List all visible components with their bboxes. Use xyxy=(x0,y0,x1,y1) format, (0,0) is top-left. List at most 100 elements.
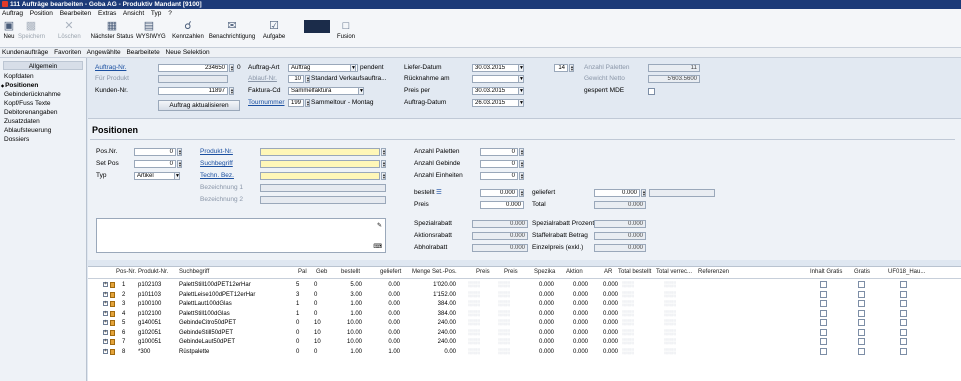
auftrag-datum-field[interactable]: 26.03.2015 xyxy=(472,99,524,107)
row-checkbox[interactable] xyxy=(900,319,907,326)
memo-keyboard-icon[interactable]: ⌨ xyxy=(373,243,382,250)
table-row[interactable]: +8 *300 Rüstpalette 0 0 1.00 1.00 0.00 0.000 0.00… xyxy=(88,347,961,356)
liefer-datum-calendar-icon[interactable]: ▼ xyxy=(518,64,524,72)
sidebar-item-ablaufsteuerung[interactable]: Ablaufsteuerung xyxy=(0,126,86,135)
auftrag-datum-calendar-icon[interactable]: ▼ xyxy=(518,99,524,107)
row-checkbox[interactable] xyxy=(900,281,907,288)
sidebar-item-zusatzdaten[interactable]: Zusatzdaten xyxy=(0,117,86,126)
anzahl-gebinde-spinner[interactable]: ▲ ▼ xyxy=(519,160,524,168)
preview-thumbnail[interactable] xyxy=(304,20,330,33)
row-expand-icon[interactable]: + xyxy=(103,329,108,335)
suchbegriff-label[interactable]: Suchbegriff xyxy=(200,160,233,168)
row-expand-icon[interactable]: + xyxy=(103,291,108,297)
row-checkbox[interactable] xyxy=(858,338,865,345)
col-header-preis-2[interactable]: Preis xyxy=(504,269,518,275)
set-pos-field[interactable]: 0 xyxy=(134,160,176,168)
menu-help[interactable]: ? xyxy=(168,10,172,17)
kunden-nr-field[interactable]: 11897 xyxy=(158,87,228,95)
pos-nr-spinner[interactable]: ▲ ▼ xyxy=(177,148,182,156)
auftrag-nr-label[interactable]: Auftrag-Nr. xyxy=(95,64,126,72)
produkt-nr-field[interactable] xyxy=(260,148,380,156)
row-checkbox[interactable] xyxy=(820,281,827,288)
auftrag-nr-field[interactable]: 234650 xyxy=(158,64,228,72)
set-pos-spinner[interactable]: ▲ ▼ xyxy=(177,160,182,168)
col-header-geb[interactable]: Geb xyxy=(316,269,327,275)
save-button[interactable]: ▩ Speichern xyxy=(18,20,45,41)
geliefert-spinner[interactable]: ▲ ▼ xyxy=(641,189,646,197)
anzahl-einheiten-field[interactable]: 0 xyxy=(480,172,518,180)
col-header-uf018[interactable]: UF018_Hau... xyxy=(888,269,925,275)
table-row[interactable]: +7 g100051 GebindeLaut50dPET 0 10 10.00 0.00 24… xyxy=(88,338,961,346)
menu-position[interactable]: Position xyxy=(30,10,53,17)
col-header-menge-set-pos[interactable]: Menge Set.-Pos. xyxy=(412,269,457,275)
row-expand-icon[interactable]: + xyxy=(103,320,108,325)
suchbegriff-field[interactable] xyxy=(260,160,380,168)
position-text-memo[interactable]: ✎ ⌨ xyxy=(96,218,386,253)
ruecknahme-calendar-icon[interactable]: ▼ xyxy=(518,75,524,83)
row-checkbox[interactable] xyxy=(858,328,865,336)
bestellt-info-icon[interactable]: ☰ xyxy=(436,189,442,197)
table-row[interactable]: +2 p101103 PalettLeise100dPET12erHar 3 0 3.00… xyxy=(88,290,961,299)
table-row[interactable]: +3 p100100 PalettLaut100dGlas 1 0 1.00 0.00 384… xyxy=(88,300,961,308)
kunden-nr-spinner[interactable]: ▲ ▼ xyxy=(229,87,234,95)
typ-select[interactable]: Artikel xyxy=(134,172,178,180)
produkt-nr-label[interactable]: Produkt-Nr. xyxy=(200,148,233,156)
tournummer-label[interactable]: Tournummer xyxy=(248,99,284,107)
geliefert-field[interactable]: 0.000 xyxy=(594,189,640,197)
tournummer-field[interactable]: 199 xyxy=(288,99,304,107)
row-checkbox[interactable] xyxy=(820,300,827,307)
memo-edit-icon[interactable]: ✎ xyxy=(377,222,382,229)
faktura-cd-select[interactable]: Sammelfaktura xyxy=(288,87,364,95)
menu-auftrag[interactable]: Auftrag xyxy=(2,10,23,17)
wysiwyg-button[interactable]: ▤ WYSIWYG xyxy=(136,20,166,41)
preis-field[interactable]: 0.000 xyxy=(480,201,524,209)
suchbegriff-spinner[interactable]: ▲ ▼ xyxy=(381,160,386,168)
typ-dropdown-icon[interactable]: ▼ xyxy=(174,172,180,180)
auftrag-nr-spinner[interactable]: ▲ ▼ xyxy=(229,64,234,72)
row-checkbox[interactable] xyxy=(858,281,865,288)
gesperrt-mde-checkbox[interactable] xyxy=(648,88,655,95)
sidebar-header[interactable]: Allgemein xyxy=(3,61,83,70)
sidebar-item-positionen[interactable]: Positionen xyxy=(0,81,86,90)
row-expand-icon[interactable]: + xyxy=(103,339,108,344)
benachrichtigung-button[interactable]: ✉ Benachrichtigung xyxy=(206,20,258,41)
bestellt-field[interactable]: 0.000 xyxy=(480,189,518,197)
row-expand-icon[interactable]: + xyxy=(103,348,108,354)
row-checkbox[interactable] xyxy=(900,328,907,336)
next-status-button[interactable]: ▦ Nächster Status xyxy=(90,20,134,41)
sidebar-item-gebinderuecknahme[interactable]: Gebinderücknahme xyxy=(0,90,86,99)
row-checkbox[interactable] xyxy=(858,309,865,317)
sidebar-item-debitorenangaben[interactable]: Debitorenangaben xyxy=(0,108,86,117)
col-header-total-bestellt[interactable]: Total bestellt xyxy=(618,269,651,275)
nav-kundenauftraege[interactable]: Kundenaufträge xyxy=(2,49,48,56)
auftrag-aktualisieren-button[interactable]: Auftrag aktualisieren xyxy=(158,100,240,111)
col-header-pal[interactable]: Pal xyxy=(298,269,307,275)
anzahl-paletten-field[interactable]: 0 xyxy=(480,148,518,156)
liefer-datum-field[interactable]: 30.03.2015 xyxy=(472,64,524,72)
kennzahlen-button[interactable]: ☌ Kennzahlen xyxy=(172,20,204,41)
nav-neue-selektion[interactable]: Neue Selektion xyxy=(166,49,210,56)
preis-per-calendar-icon[interactable]: ▼ xyxy=(518,87,524,95)
menu-bearbeiten[interactable]: Bearbeiten xyxy=(60,10,91,17)
tournummer-spinner[interactable]: ▲ ▼ xyxy=(305,99,310,107)
techn-bez-label[interactable]: Techn. Bez. xyxy=(200,172,234,180)
ruecknahme-field[interactable] xyxy=(472,75,524,83)
techn-bez-spinner[interactable]: ▲ ▼ xyxy=(381,172,386,180)
row-checkbox[interactable] xyxy=(858,319,865,326)
nav-favoriten[interactable]: Favoriten xyxy=(54,49,81,56)
row-checkbox[interactable] xyxy=(820,328,827,336)
row-checkbox[interactable] xyxy=(900,290,907,298)
table-row[interactable]: +6 g102051 GebindeStill50dPET 0 10 10.00 0.00 2… xyxy=(88,328,961,337)
table-row[interactable]: +1 p102103 PalettStill100dPET12erHar 5 0 5.00… xyxy=(88,281,961,289)
auftrag-art-select[interactable]: Auftrag xyxy=(288,64,358,72)
col-header-total-verrec[interactable]: Total verrec... xyxy=(656,269,692,275)
row-checkbox[interactable] xyxy=(820,347,827,355)
table-row[interactable]: +5 g140051 GebindeCitro50dPET 0 10 10.00 0.00 2… xyxy=(88,319,961,327)
col-header-ar[interactable]: AR xyxy=(604,269,612,275)
row-expand-icon[interactable]: + xyxy=(103,301,108,306)
ablauf-nr-spinner[interactable]: ▲ ▼ xyxy=(305,75,310,83)
aufgabe-button[interactable]: ☑ Aufgabe xyxy=(260,20,288,41)
delete-button[interactable]: ✕ Löschen xyxy=(58,20,81,41)
col-header-geliefert[interactable]: geliefert xyxy=(380,269,401,275)
row-checkbox[interactable] xyxy=(820,309,827,317)
